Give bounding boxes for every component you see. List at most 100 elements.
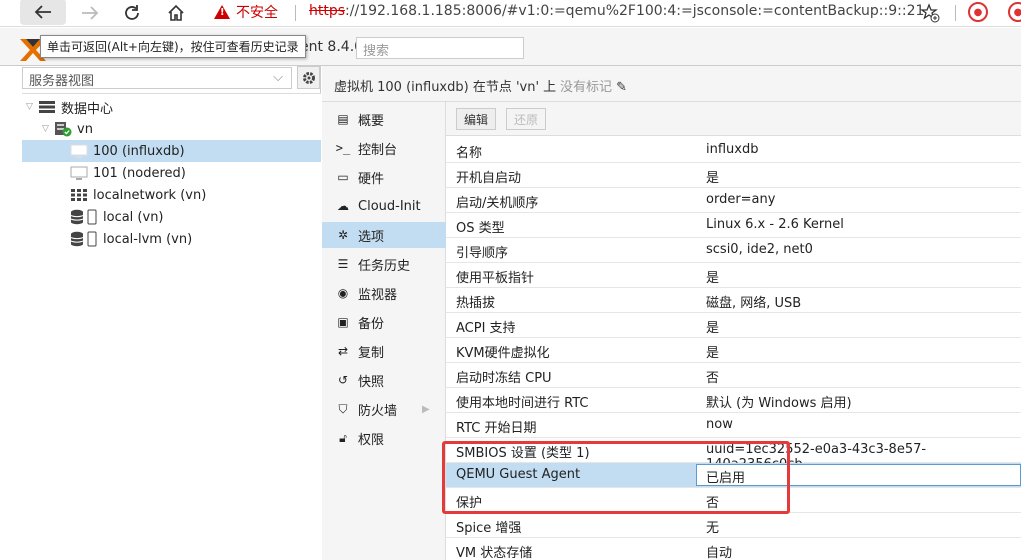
nav-label: 选项 <box>358 229 385 245</box>
nav-monitor[interactable]: ◉ 监视器 <box>322 280 446 306</box>
revert-button[interactable]: 还原 <box>506 108 547 130</box>
option-row[interactable]: 名称 influxdb <box>446 138 1021 163</box>
tree-item-vm-101[interactable]: 101 (nodered) <box>70 162 310 184</box>
vm-icon <box>70 144 88 158</box>
option-value: Linux 6.x - 2.6 Kernel <box>706 217 844 232</box>
tree-item-label: 数据中心 <box>61 101 114 117</box>
option-row[interactable]: 使用本地时间进行 RTC 默认 (为 Windows 启用) <box>446 388 1021 413</box>
nav-console[interactable]: >_ 控制台 <box>322 135 446 161</box>
tree-item-label: 100 (influxdb) <box>93 143 185 159</box>
datacenter-icon <box>39 101 55 113</box>
option-value: 是 <box>706 171 720 186</box>
option-row[interactable]: 启动时冻结 CPU 否 <box>446 363 1021 388</box>
chevron-down-icon: ⌵ <box>273 70 283 85</box>
tree-item-node[interactable]: ▽ vn <box>42 118 316 140</box>
option-key: QEMU Guest Agent <box>456 467 581 482</box>
option-row[interactable]: Spice 增强 无 <box>446 513 1021 538</box>
view-selector-value: 服务器视图 <box>29 74 95 89</box>
option-row[interactable]: OS 类型 Linux 6.x - 2.6 Kernel <box>446 213 1021 238</box>
option-row[interactable]: 保护 否 <box>446 488 1021 513</box>
option-row[interactable]: 使用平板指针 是 <box>446 263 1021 288</box>
arrow-left-icon <box>34 5 51 19</box>
chevron-right-icon[interactable]: ▶ <box>422 404 430 415</box>
nav-options[interactable]: ✲ 选项 <box>322 222 446 248</box>
option-value: 已启用 <box>706 471 746 486</box>
option-row[interactable]: ACPI 支持 是 <box>446 313 1021 338</box>
nav-cloud-init[interactable]: ☁ Cloud-Init <box>322 193 446 219</box>
home-button[interactable] <box>162 0 190 25</box>
nav-label: 快照 <box>358 374 385 390</box>
tags-edit[interactable]: 没有标记 ✎ <box>560 76 627 95</box>
extension-icon[interactable]: ● <box>968 2 988 22</box>
option-key: Spice 增强 <box>456 521 522 536</box>
nav-summary[interactable]: ▤ 概要 <box>322 106 446 132</box>
tree-item-local-lvm[interactable]: local-lvm (vn) <box>70 228 310 250</box>
url-text: ://192.168.1.185:8006/#v1:0:=qemu%2F100:… <box>345 3 925 19</box>
pencil-icon[interactable]: ✎ <box>616 80 627 95</box>
nav-replication[interactable]: ⇄ 复制 <box>322 338 446 364</box>
tree-item-local[interactable]: local (vn) <box>70 206 310 228</box>
node-online-icon <box>55 122 72 137</box>
tree-item-datacenter[interactable]: ▽ 数据中心 <box>26 96 316 118</box>
option-row[interactable]: QEMU Guest Agent 已启用 <box>446 463 1021 488</box>
option-key: 保护 <box>456 496 483 511</box>
nav-backup[interactable]: ▣ 备份 <box>322 309 446 335</box>
tree-item-label: localnetwork (vn) <box>93 187 207 203</box>
collapse-arrow-icon[interactable]: ▽ <box>42 124 54 134</box>
desktop-icon: ▭ <box>337 170 349 184</box>
address-bar[interactable]: https://192.168.1.185:8006/#v1:0:=qemu%2… <box>309 3 924 19</box>
warning-icon <box>214 5 230 19</box>
option-row[interactable]: 引导顺序 scsi0, ide2, net0 <box>446 238 1021 263</box>
option-key: OS 类型 <box>456 221 505 236</box>
nav-permissions[interactable]: 🔓︎ 权限 <box>322 425 446 451</box>
nav-label: 概要 <box>358 113 385 129</box>
nav-label: 控制台 <box>358 142 398 158</box>
option-key: RTC 开始日期 <box>456 421 537 436</box>
back-button[interactable] <box>20 0 66 25</box>
options-content: 编辑 还原 名称 influxdb 开机自启动是启动/关机顺序 order=any OS… <box>446 102 1021 560</box>
resource-tree-panel: 服务器视图 ⌵ ▽ 数据中心 ▽ vn 100 (influxdb) 101 (… <box>0 66 321 560</box>
option-row[interactable]: 热插拔 磁盘, 网络, USB <box>446 288 1021 313</box>
arrow-right-icon <box>82 5 99 20</box>
option-row[interactable]: RTC 开始日期 now <box>446 413 1021 438</box>
collapse-arrow-icon[interactable]: ▽ <box>26 102 38 112</box>
reload-button[interactable] <box>118 0 146 25</box>
option-row[interactable]: 开机自启动 是 <box>446 163 1021 188</box>
option-value: influxdb <box>706 142 759 157</box>
option-key: KVM硬件虚拟化 <box>456 346 550 361</box>
forward-button[interactable] <box>76 0 104 25</box>
tree-item-label: vn <box>77 121 93 137</box>
nav-hardware[interactable]: ▭ 硬件 <box>322 164 446 190</box>
nav-firewall[interactable]: ⛉ 防火墙 ▶ <box>322 396 446 422</box>
option-row[interactable]: VM 状态存储 自动 <box>446 538 1021 560</box>
extension-icon[interactable]: ● <box>1008 2 1021 22</box>
tree-item-localnetwork[interactable]: localnetwork (vn) <box>70 184 310 206</box>
option-value: 否 <box>706 496 720 511</box>
main-panel: 虚拟机 100 (influxdb) 在节点 'vn' 上 没有标记 ✎ ▤ 概要… <box>322 66 1021 560</box>
floppy-icon: ▣ <box>337 315 349 329</box>
nav-label: Cloud-Init <box>358 198 421 214</box>
gear-icon: ✲ <box>337 228 349 242</box>
vm-title: 虚拟机 100 (influxdb) 在节点 'vn' 上 <box>334 80 557 95</box>
nav-snapshots[interactable]: ↺ 快照 <box>322 367 446 393</box>
security-warning[interactable]: 不安全 <box>214 2 278 22</box>
nav-label: 监视器 <box>358 287 398 303</box>
favorite-button[interactable] <box>920 3 942 23</box>
unlock-icon: 🔓︎ <box>339 430 347 445</box>
option-row[interactable]: 启动/关机顺序 order=any <box>446 188 1021 213</box>
view-selector[interactable]: 服务器视图 ⌵ <box>22 67 292 89</box>
reload-icon <box>125 4 139 20</box>
settings-button[interactable] <box>297 66 320 89</box>
gear-icon <box>302 71 315 84</box>
storage-icon <box>70 209 97 225</box>
search-input[interactable]: 搜索 <box>356 37 524 59</box>
option-value: 磁盘, 网络, USB <box>706 296 802 311</box>
nav-task-history[interactable]: ☰ 任务历史 <box>322 251 446 277</box>
option-row[interactable]: KVM硬件虚拟化 是 <box>446 338 1021 363</box>
option-key: 使用本地时间进行 RTC <box>456 396 589 411</box>
option-row[interactable]: SMBIOS 设置 (类型 1) uuid=1ec32552-e0a3-43c3-… <box>446 438 1021 472</box>
edit-button[interactable]: 编辑 <box>456 108 497 130</box>
nav-label: 任务历史 <box>358 258 411 274</box>
tree-item-vm-100[interactable]: 100 (influxdb) <box>22 140 321 162</box>
nav-label: 复制 <box>358 345 385 361</box>
